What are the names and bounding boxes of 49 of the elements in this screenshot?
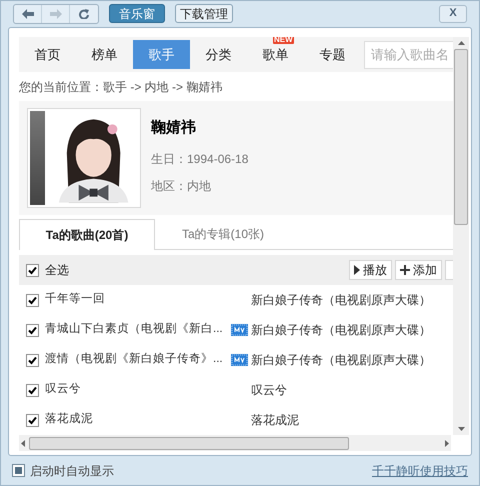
nav-tab[interactable]: 首页 xyxy=(19,40,76,69)
song-title[interactable]: 千年等一回 xyxy=(45,291,231,309)
checkbox[interactable] xyxy=(26,414,39,426)
album-name[interactable]: 新白娘子传奇（电视剧原声大碟） xyxy=(251,291,431,309)
mv-icon[interactable] xyxy=(231,354,248,366)
checkbox[interactable] xyxy=(26,354,39,366)
mv-icon[interactable] xyxy=(231,324,248,336)
window-tab[interactable]: 音乐窗 xyxy=(109,4,165,23)
artist-name: 鞠婧祎 xyxy=(151,118,197,138)
back-arrow-icon xyxy=(22,8,34,18)
album-name[interactable]: 新白娘子传奇（电视剧原声大碟） xyxy=(251,351,431,369)
album-name[interactable]: 新白娘子传奇（电视剧原声大碟） xyxy=(251,321,431,339)
action-button[interactable]: 播放 xyxy=(349,260,392,280)
action-button[interactable]: 添加 xyxy=(395,260,442,280)
forward-arrow-icon xyxy=(50,8,62,18)
song-title[interactable]: 渡情（电视剧《新白娘子传奇》... xyxy=(45,351,231,369)
content-tab[interactable]: Ta的歌曲(20首) xyxy=(19,219,155,250)
tips-link[interactable]: 千千静听使用技巧 xyxy=(372,462,468,480)
checkbox[interactable] xyxy=(26,384,39,396)
select-all-label: 全选 xyxy=(45,262,69,279)
nav-tab[interactable]: 分类 xyxy=(190,40,247,69)
breadcrumb: 您的当前位置：歌手 -> 内地 -> 鞠婧祎 xyxy=(19,78,224,96)
content-tab[interactable]: Ta的专辑(10张) xyxy=(155,219,291,249)
checkbox[interactable] xyxy=(26,324,39,336)
scroll-up-icon[interactable] xyxy=(458,41,464,45)
play-icon xyxy=(354,265,360,275)
checkbox[interactable] xyxy=(26,264,39,276)
album-name[interactable]: 落花成泥 xyxy=(251,411,299,429)
autostart-label: 启动时自动显示 xyxy=(30,462,114,480)
scroll-left-icon[interactable] xyxy=(21,440,25,446)
close-button[interactable]: X xyxy=(439,4,467,22)
song-title[interactable]: 叹云兮 xyxy=(45,381,231,399)
scroll-right-icon[interactable] xyxy=(445,440,449,446)
nav-tab[interactable]: 榜单 xyxy=(76,40,133,69)
refresh-icon xyxy=(79,8,89,18)
checkbox[interactable] xyxy=(26,294,39,306)
scrollbar-thumb[interactable] xyxy=(454,49,468,225)
plus-icon xyxy=(400,265,410,275)
scrollbar-thumb[interactable] xyxy=(29,436,349,450)
scroll-down-icon[interactable] xyxy=(458,427,464,431)
artist-info: 生日：1994-06-18 xyxy=(151,151,248,168)
song-title[interactable]: 落花成泥 xyxy=(45,411,231,429)
search-field[interactable]: 请输入歌曲名 xyxy=(364,40,453,68)
autostart-checkbox[interactable] xyxy=(12,464,25,477)
window-tab[interactable]: 下载管理 xyxy=(175,4,233,23)
album-name[interactable]: 叹云兮 xyxy=(251,381,287,399)
artist-info: 地区：内地 xyxy=(151,178,212,196)
nav-tab[interactable]: 专题 xyxy=(304,40,361,69)
song-title[interactable]: 青城山下白素贞（电视剧《新白... xyxy=(45,321,231,339)
